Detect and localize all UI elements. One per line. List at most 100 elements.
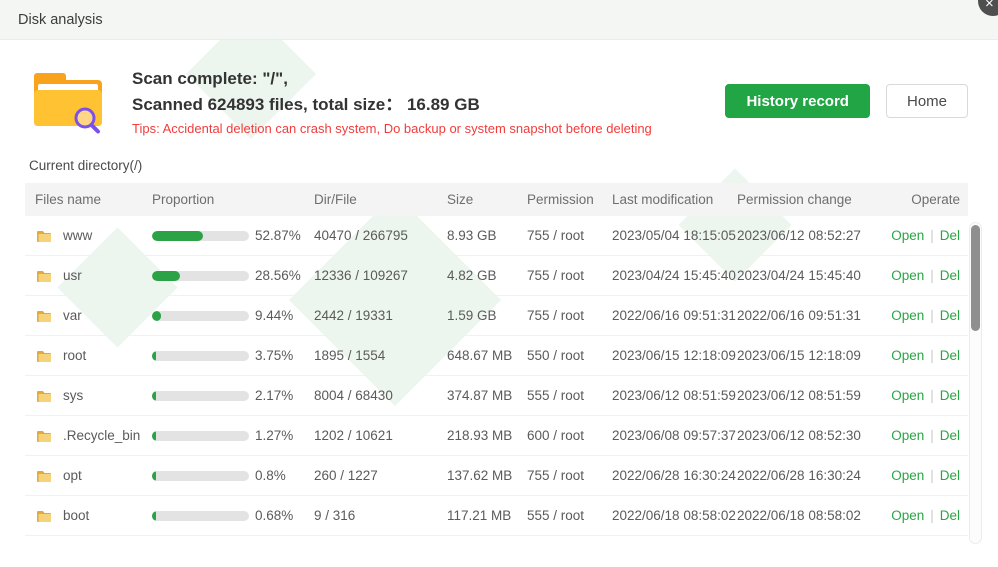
file-name[interactable]: root	[63, 348, 86, 363]
close-icon[interactable]: ×	[978, 0, 998, 16]
open-link[interactable]: Open	[891, 228, 924, 243]
del-link[interactable]: Del	[940, 468, 960, 483]
folder-icon	[35, 387, 53, 405]
file-name[interactable]: boot	[63, 508, 89, 523]
permission-value: 555 / root	[527, 508, 612, 523]
file-name[interactable]: .Recycle_bin	[63, 428, 140, 443]
col-last-modification: Last modification	[612, 192, 737, 207]
table-row: var 9.44% 2442 / 19331 1.59 GB 755 / roo…	[25, 296, 968, 336]
permission-change-value: 2023/04/24 15:45:40	[737, 268, 862, 283]
last-modification-value: 2023/05/04 18:15:05	[612, 228, 737, 243]
col-permission: Permission	[527, 192, 612, 207]
del-link[interactable]: Del	[940, 388, 960, 403]
dir-file-value: 12336 / 109267	[314, 268, 447, 283]
col-permission-change: Permission change	[737, 192, 862, 207]
folder-icon	[35, 267, 53, 285]
proportion-bar-fill	[152, 511, 156, 521]
open-link[interactable]: Open	[891, 428, 924, 443]
col-operate: Operate	[862, 192, 968, 207]
open-link[interactable]: Open	[891, 388, 924, 403]
del-link[interactable]: Del	[940, 228, 960, 243]
del-link[interactable]: Del	[940, 308, 960, 323]
proportion-value: 0.8%	[255, 468, 286, 483]
del-link[interactable]: Del	[940, 268, 960, 283]
proportion-bar	[152, 511, 249, 521]
operate-separator: |	[930, 228, 934, 243]
proportion-value: 1.27%	[255, 428, 293, 443]
scan-tips: Tips: Accidental deletion can crash syst…	[132, 121, 725, 136]
dir-file-value: 40470 / 266795	[314, 228, 447, 243]
proportion-bar	[152, 231, 249, 241]
home-button[interactable]: Home	[886, 84, 968, 118]
permission-change-value: 2022/06/28 16:30:24	[737, 468, 862, 483]
permission-change-value: 2023/06/12 08:51:59	[737, 388, 862, 403]
permission-change-value: 2023/06/12 08:52:27	[737, 228, 862, 243]
operate-separator: |	[930, 388, 934, 403]
del-link[interactable]: Del	[940, 428, 960, 443]
size-value: 648.67 MB	[447, 348, 527, 363]
permission-change-value: 2023/06/15 12:18:09	[737, 348, 862, 363]
last-modification-value: 2022/06/18 08:58:02	[612, 508, 737, 523]
files-table: Files name Proportion Dir/File Size Perm…	[25, 183, 968, 536]
history-record-button[interactable]: History record	[725, 84, 870, 118]
scan-complete-line: Scan complete: "/",	[132, 66, 725, 92]
folder-icon	[35, 227, 53, 245]
file-name[interactable]: var	[63, 308, 82, 323]
table-body: www 52.87% 40470 / 266795 8.93 GB 755 / …	[25, 216, 968, 536]
file-name[interactable]: usr	[63, 268, 82, 283]
col-proportion: Proportion	[152, 192, 314, 207]
proportion-bar	[152, 271, 249, 281]
proportion-bar-fill	[152, 471, 156, 481]
table-scrollbar[interactable]	[969, 222, 982, 544]
permission-change-value: 2022/06/18 08:58:02	[737, 508, 862, 523]
open-link[interactable]: Open	[891, 468, 924, 483]
proportion-bar-fill	[152, 311, 161, 321]
dir-file-value: 2442 / 19331	[314, 308, 447, 323]
del-link[interactable]: Del	[940, 508, 960, 523]
open-link[interactable]: Open	[891, 348, 924, 363]
open-link[interactable]: Open	[891, 508, 924, 523]
scan-summary-text: Scan complete: "/", Scanned 624893 files…	[132, 66, 725, 136]
dir-file-value: 8004 / 68430	[314, 388, 447, 403]
folder-search-icon	[28, 68, 108, 134]
scan-totals-line: Scanned 624893 files, total size： 16.89 …	[132, 92, 725, 118]
table-row: .Recycle_bin 1.27% 1202 / 10621 218.93 M…	[25, 416, 968, 456]
operate-separator: |	[930, 308, 934, 323]
file-name[interactable]: opt	[63, 468, 82, 483]
dir-file-value: 9 / 316	[314, 508, 447, 523]
permission-value: 755 / root	[527, 468, 612, 483]
window-title: Disk analysis	[18, 12, 103, 28]
proportion-value: 9.44%	[255, 308, 293, 323]
folder-icon	[35, 307, 53, 325]
current-directory-label: Current directory(/)	[29, 158, 998, 173]
col-files-name: Files name	[25, 192, 152, 207]
open-link[interactable]: Open	[891, 268, 924, 283]
permission-value: 600 / root	[527, 428, 612, 443]
proportion-bar-fill	[152, 351, 156, 361]
permission-value: 555 / root	[527, 388, 612, 403]
open-link[interactable]: Open	[891, 308, 924, 323]
last-modification-value: 2023/06/12 08:51:59	[612, 388, 737, 403]
file-name[interactable]: sys	[63, 388, 83, 403]
del-link[interactable]: Del	[940, 348, 960, 363]
last-modification-value: 2023/04/24 15:45:40	[612, 268, 737, 283]
permission-change-value: 2023/06/12 08:52:30	[737, 428, 862, 443]
dir-file-value: 1895 / 1554	[314, 348, 447, 363]
operate-separator: |	[930, 468, 934, 483]
proportion-bar	[152, 311, 249, 321]
file-name[interactable]: www	[63, 228, 92, 243]
table-row: usr 28.56% 12336 / 109267 4.82 GB 755 / …	[25, 256, 968, 296]
col-size: Size	[447, 192, 527, 207]
folder-icon	[35, 427, 53, 445]
last-modification-value: 2022/06/16 09:51:31	[612, 308, 737, 323]
permission-value: 755 / root	[527, 308, 612, 323]
table-header-row: Files name Proportion Dir/File Size Perm…	[25, 183, 968, 216]
last-modification-value: 2023/06/15 12:18:09	[612, 348, 737, 363]
permission-value: 755 / root	[527, 268, 612, 283]
last-modification-value: 2022/06/28 16:30:24	[612, 468, 737, 483]
scrollbar-thumb[interactable]	[971, 225, 980, 331]
operate-separator: |	[930, 508, 934, 523]
permission-change-value: 2022/06/16 09:51:31	[737, 308, 862, 323]
size-value: 4.82 GB	[447, 268, 527, 283]
permission-value: 550 / root	[527, 348, 612, 363]
